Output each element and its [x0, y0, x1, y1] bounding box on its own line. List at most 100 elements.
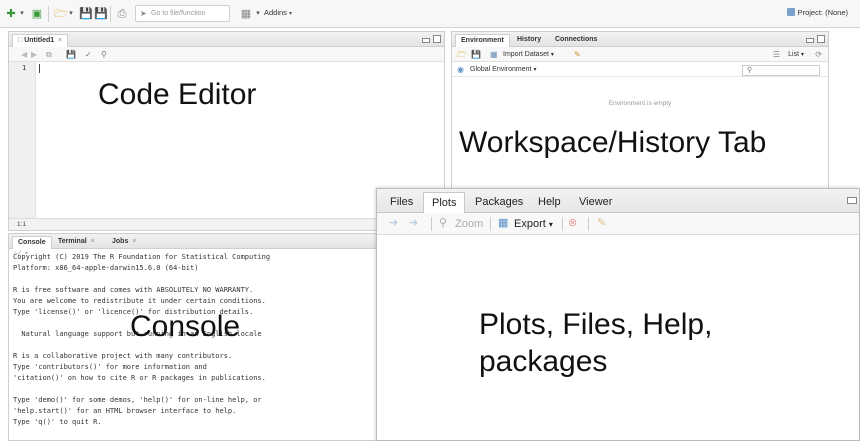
- console-line: R is a collaborative project with many c…: [13, 352, 233, 360]
- list-label: List: [788, 51, 800, 58]
- maximize-icon[interactable]: [817, 35, 825, 43]
- new-file-dropdown-icon[interactable]: ▾: [15, 7, 29, 21]
- toolbar-divider: [431, 217, 432, 231]
- console-line: Type 'contributors()' for more informati…: [13, 363, 207, 371]
- plots-tabbar: Files Plots Packages Help Viewer: [377, 189, 859, 213]
- chevron-down-icon: ▾: [289, 11, 293, 17]
- tab-environment[interactable]: Environment: [455, 34, 510, 47]
- chevron-down-icon: ▾: [800, 52, 804, 58]
- import-dataset-button[interactable]: Import Dataset ▾: [503, 50, 554, 60]
- tab-connections[interactable]: Connections: [550, 34, 602, 47]
- line-number-gutter: 1: [9, 62, 36, 218]
- new-project-icon[interactable]: ▣: [30, 7, 44, 21]
- editor-tabbar: □ Untitled1 ×: [9, 32, 444, 47]
- label-code-editor: Code Editor: [98, 78, 257, 111]
- environment-scope-bar: ◉ Global Environment ▾ ⚲: [452, 62, 828, 77]
- show-in-window-icon[interactable]: ⧉: [46, 50, 52, 59]
- console-line: 'citation()' on how to cite R or R packa…: [13, 374, 266, 382]
- save-all-icon[interactable]: 💾: [94, 7, 108, 21]
- spellcheck-icon[interactable]: ✓: [85, 50, 92, 59]
- tab-history[interactable]: History: [512, 34, 546, 47]
- goto-placeholder: Go to file/function: [151, 10, 206, 17]
- list-view-icon: ☰: [772, 50, 780, 59]
- open-dropdown-icon[interactable]: ▾: [64, 7, 78, 21]
- zoom-icon: ⚲: [439, 217, 448, 229]
- toolbar-divider: [490, 217, 491, 231]
- console-line: Copyright (C) 2019 The R Foundation for …: [13, 253, 271, 261]
- search-icon[interactable]: ⚲: [101, 50, 107, 59]
- minimize-icon[interactable]: [422, 38, 430, 43]
- plots-toolbar: ➜ ➜ ⚲ Zoom ▦ Export ▾ ⊗ ✎: [377, 213, 859, 235]
- cursor-position: 1:1: [17, 221, 27, 228]
- console-line: 'help.start()' for an HTML browser inter…: [13, 407, 237, 415]
- refresh-icon[interactable]: ⟳: [815, 50, 822, 59]
- back-arrow-icon[interactable]: ➜: [389, 217, 398, 230]
- close-icon[interactable]: ×: [132, 238, 136, 245]
- close-icon[interactable]: ×: [58, 37, 62, 44]
- addins-menu[interactable]: Addins ▾: [264, 8, 292, 17]
- layout-dropdown-icon[interactable]: ▾: [251, 7, 265, 21]
- scope-label: Global Environment: [470, 66, 532, 73]
- save-icon[interactable]: 💾: [471, 50, 481, 59]
- export-label: Export: [514, 218, 546, 230]
- environment-pane: Environment History Connections 🗁 💾 ▦ Im…: [451, 31, 829, 189]
- tab-packages[interactable]: Packages: [467, 192, 531, 213]
- tab-plots[interactable]: Plots: [423, 192, 466, 213]
- tab-terminal[interactable]: Terminal ×: [53, 236, 100, 249]
- document-icon: □: [18, 37, 23, 44]
- broom-icon[interactable]: ✎: [597, 217, 606, 230]
- chevron-down-icon: ▾: [548, 220, 553, 229]
- project-menu[interactable]: Project: (None): [786, 8, 848, 17]
- zoom-button[interactable]: Zoom: [455, 218, 483, 231]
- environment-tabbar: Environment History Connections: [452, 32, 828, 47]
- export-icon: ▦: [498, 217, 509, 229]
- r-logo-icon: ◉: [457, 65, 464, 74]
- tab-files[interactable]: Files: [382, 192, 421, 213]
- remove-plot-icon[interactable]: ⊗: [568, 217, 577, 230]
- label-workspace-history: Workspace/History Tab: [459, 126, 767, 159]
- minimize-icon[interactable]: [847, 197, 857, 204]
- tab-console[interactable]: Console: [12, 236, 52, 249]
- open-folder-icon[interactable]: 🗁: [457, 50, 467, 59]
- console-line: You are welcome to redistribute it under…: [13, 297, 266, 305]
- console-line: R is free software and comes with ABSOLU…: [13, 286, 254, 294]
- goto-arrow-icon: ➤: [140, 9, 147, 18]
- jobs-label: Jobs: [112, 238, 129, 245]
- console-line: Type 'demo()' for some demos, 'help()' f…: [13, 396, 262, 404]
- forward-arrow-icon[interactable]: ▶: [31, 50, 37, 59]
- console-line: Type 'q()' to quit R.: [13, 418, 102, 426]
- console-output[interactable]: Copyright (C) 2019 The R Foundation for …: [13, 252, 372, 441]
- forward-arrow-icon[interactable]: ➜: [409, 217, 418, 230]
- tab-untitled1[interactable]: □ Untitled1 ×: [12, 34, 69, 47]
- back-arrow-icon[interactable]: ◀: [21, 50, 27, 59]
- save-icon[interactable]: 💾: [79, 7, 93, 21]
- terminal-label: Terminal: [58, 238, 87, 245]
- close-icon[interactable]: ×: [91, 238, 95, 245]
- broom-icon[interactable]: ✎: [574, 50, 581, 59]
- environment-toolbar: 🗁 💾 ▦ Import Dataset ▾ ✎ ☰ List ▾ ⟳: [452, 47, 828, 62]
- list-view-menu[interactable]: List ▾: [788, 50, 804, 60]
- toolbar-divider: [48, 6, 49, 22]
- print-icon[interactable]: ⎙: [115, 7, 129, 21]
- addins-label: Addins: [264, 8, 287, 17]
- toolbar-divider: [110, 6, 111, 22]
- export-menu[interactable]: Export ▾: [514, 218, 553, 231]
- environment-search-input[interactable]: ⚲: [742, 65, 820, 76]
- toolbar-divider: [588, 217, 589, 231]
- tab-help[interactable]: Help: [530, 192, 569, 213]
- toolbar-divider: [562, 217, 563, 231]
- maximize-icon[interactable]: [433, 35, 441, 43]
- goto-file-input[interactable]: ➤ Go to file/function: [135, 5, 230, 22]
- chevron-down-icon: ▾: [550, 52, 554, 58]
- main-toolbar: ✚ ▾ ▣ 🗁 ▾ 💾 💾 ⎙ ➤ Go to file/function ▦ …: [0, 0, 860, 28]
- scope-select[interactable]: Global Environment ▾: [470, 65, 536, 75]
- project-cube-icon: [786, 8, 795, 16]
- editor-toolbar: ◀ ▶ ⧉ 💾 ✓ ⚲: [9, 47, 444, 62]
- save-icon[interactable]: 💾: [66, 50, 76, 59]
- tab-viewer[interactable]: Viewer: [571, 192, 620, 213]
- minimize-icon[interactable]: [806, 38, 814, 43]
- tab-jobs[interactable]: Jobs ×: [107, 236, 141, 249]
- search-icon: ⚲: [747, 67, 753, 74]
